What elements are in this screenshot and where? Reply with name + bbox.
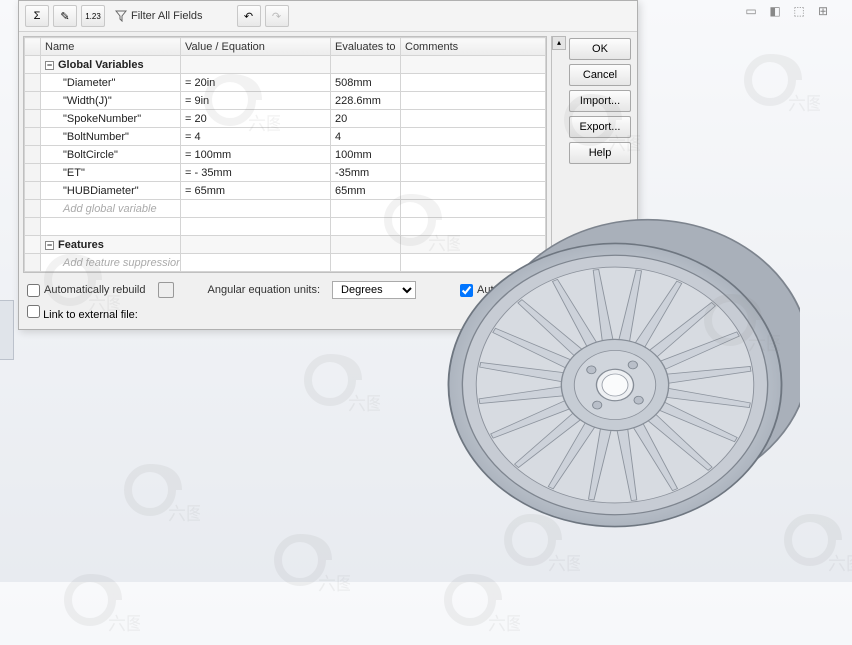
table-row[interactable]: "Width(J)"= 9in228.6mm [25,92,546,110]
side-tab[interactable] [0,300,14,360]
funnel-icon [115,10,127,22]
table-row[interactable]: "SpokeNumber"= 2020 [25,110,546,128]
auto-rebuild-checkbox[interactable]: Automatically rebuild [27,284,146,297]
table-row[interactable]: "ET"= - 35mm-35mm [25,164,546,182]
filter-field[interactable]: Filter All Fields [109,10,209,22]
col-value[interactable]: Value / Equation [181,38,331,56]
import-button[interactable]: Import... [569,90,631,112]
scroll-up-icon[interactable]: ▴ [552,36,566,50]
col-eval[interactable]: Evaluates to [331,38,401,56]
cancel-button[interactable]: Cancel [569,64,631,86]
svg-text:六图网: 六图网 [488,614,520,634]
view-icon-2[interactable]: ◧ [766,2,784,20]
ok-button[interactable]: OK [569,38,631,60]
redo-icon[interactable]: ↷ [265,5,289,27]
svg-text:六图网: 六图网 [108,614,140,634]
wheel-model[interactable] [430,200,800,570]
col-name[interactable]: Name [41,38,181,56]
help-button[interactable]: Help [569,142,631,164]
table-row[interactable]: "BoltCircle"= 100mm100mm [25,146,546,164]
angular-units-label: Angular equation units: [208,284,321,296]
table-row[interactable]: −Global Variables [25,56,546,74]
export-button[interactable]: Export... [569,116,631,138]
col-comments[interactable]: Comments [401,38,546,56]
dimension-icon[interactable]: 1.23 [81,5,105,27]
view-icon-1[interactable]: ▭ [742,2,760,20]
table-row[interactable]: "Diameter"= 20in508mm [25,74,546,92]
svg-text:六图网: 六图网 [828,554,852,574]
view-icon-4[interactable]: ⊞ [814,2,832,20]
grid-header-row: Name Value / Equation Evaluates to Comme… [25,38,546,56]
svg-text:六图网: 六图网 [168,504,200,524]
traffic-light-icon[interactable] [158,282,174,298]
table-row[interactable]: "HUBDiameter"= 65mm65mm [25,182,546,200]
svg-text:六图网: 六图网 [788,94,820,114]
view-icon-3[interactable]: ⬚ [790,2,808,20]
dialog-toolbar: Σ ✎ 1.23 Filter All Fields ↶ ↷ [19,1,637,32]
svg-text:六图网: 六图网 [318,574,350,594]
svg-text:六图网: 六图网 [348,394,380,414]
filter-label: Filter All Fields [131,10,203,22]
link-external-checkbox[interactable]: Link to external file: [27,309,138,321]
undo-icon[interactable]: ↶ [237,5,261,27]
angular-units-select[interactable]: Degrees [332,281,416,299]
sigma-icon[interactable]: Σ [25,5,49,27]
table-row[interactable]: "BoltNumber"= 44 [25,128,546,146]
sketch-icon[interactable]: ✎ [53,5,77,27]
